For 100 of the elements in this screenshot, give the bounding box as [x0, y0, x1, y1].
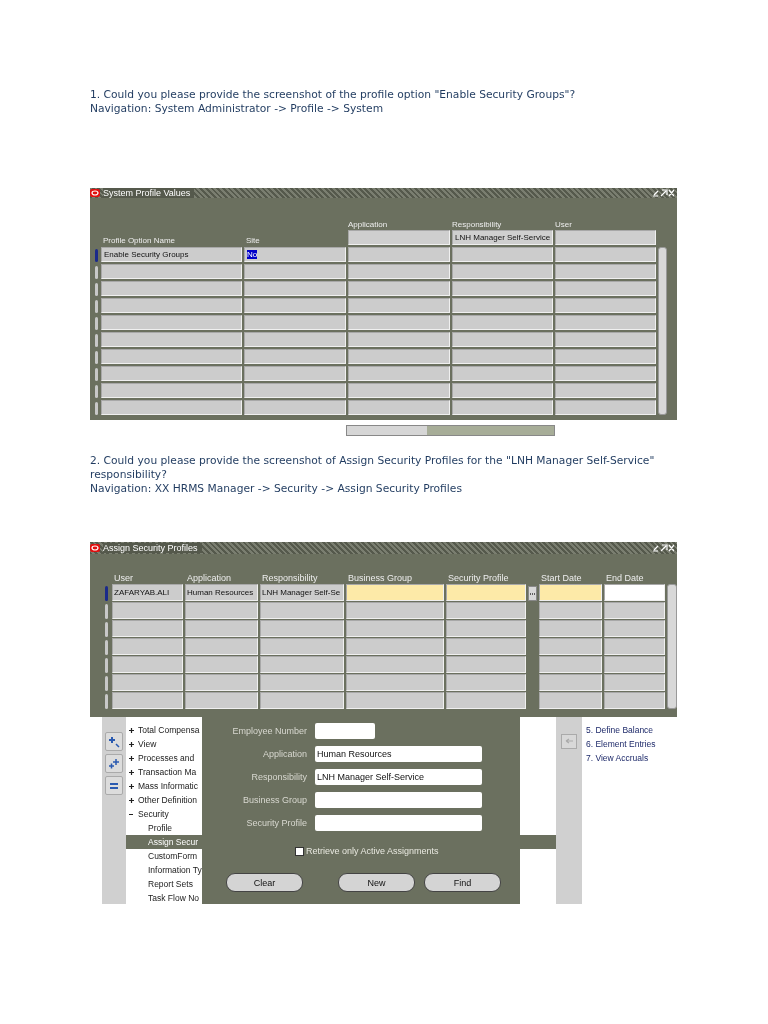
record-indicator[interactable]: [95, 385, 98, 398]
table-cell[interactable]: [101, 332, 242, 347]
table-cell[interactable]: [112, 602, 183, 619]
table-cell[interactable]: [452, 400, 553, 415]
table-cell[interactable]: ZAFARYAB.ALI: [112, 584, 183, 601]
table-cell[interactable]: [539, 692, 602, 709]
expand-icon[interactable]: [105, 732, 123, 751]
record-indicator[interactable]: [95, 402, 98, 415]
table-cell[interactable]: [346, 638, 444, 655]
table-cell[interactable]: [452, 247, 553, 262]
record-indicator[interactable]: [105, 676, 108, 691]
table-cell[interactable]: [452, 366, 553, 381]
record-indicator[interactable]: [105, 640, 108, 655]
table-cell[interactable]: [244, 298, 346, 313]
table-cell[interactable]: [112, 656, 183, 673]
tree-item[interactable]: Task Flow No: [126, 891, 202, 904]
record-indicator[interactable]: [95, 368, 98, 381]
list-item[interactable]: 6. Element Entries: [582, 737, 677, 751]
tree-item[interactable]: Security: [126, 807, 202, 821]
checkbox[interactable]: [295, 846, 304, 856]
table-cell[interactable]: [555, 281, 656, 296]
table-cell[interactable]: [112, 674, 183, 691]
table-cell[interactable]: [446, 692, 526, 709]
record-indicator[interactable]: [95, 266, 98, 279]
table-cell[interactable]: [539, 602, 602, 619]
table-cell[interactable]: [539, 674, 602, 691]
table-cell[interactable]: [555, 366, 656, 381]
input-field[interactable]: [315, 722, 375, 739]
table-cell[interactable]: [260, 656, 344, 673]
tree-item[interactable]: Other Definition: [126, 793, 202, 807]
record-indicator[interactable]: [95, 351, 98, 364]
table-cell[interactable]: [348, 400, 450, 415]
table-cell[interactable]: [539, 584, 602, 601]
list-item[interactable]: 7. View Accruals: [582, 751, 677, 765]
input-field[interactable]: [315, 814, 482, 831]
table-cell[interactable]: [604, 638, 665, 655]
record-indicator[interactable]: [95, 334, 98, 347]
table-cell[interactable]: [244, 264, 346, 279]
plus-icon[interactable]: [129, 727, 134, 733]
table-cell[interactable]: [452, 315, 553, 330]
table-cell[interactable]: [260, 602, 344, 619]
tree-item[interactable]: Mass Informatic: [126, 779, 202, 793]
table-cell[interactable]: [348, 383, 450, 398]
table-cell[interactable]: [348, 298, 450, 313]
record-indicator[interactable]: [105, 658, 108, 673]
table-cell[interactable]: [555, 349, 656, 364]
table-cell[interactable]: [555, 247, 656, 262]
table-cell[interactable]: [452, 281, 553, 296]
table-cell[interactable]: [348, 264, 450, 279]
table-cell[interactable]: [244, 400, 346, 415]
table-cell[interactable]: [260, 638, 344, 655]
table-cell[interactable]: [604, 692, 665, 709]
table-cell[interactable]: [604, 656, 665, 673]
table-cell[interactable]: [604, 620, 665, 637]
table-cell[interactable]: LNH Manager Self-Se: [260, 584, 344, 601]
table-cell[interactable]: [555, 264, 656, 279]
table-cell[interactable]: [539, 638, 602, 655]
table-cell[interactable]: [348, 247, 450, 262]
tree-item[interactable]: Total Compensa: [126, 723, 202, 737]
table-cell[interactable]: [185, 620, 258, 637]
table-cell[interactable]: [452, 264, 553, 279]
collapse-icon[interactable]: [105, 776, 123, 795]
table-cell[interactable]: [101, 264, 242, 279]
table-cell[interactable]: [604, 602, 665, 619]
plus-icon[interactable]: [129, 741, 134, 747]
record-indicator[interactable]: [95, 283, 98, 296]
table-cell[interactable]: [346, 584, 444, 601]
table-cell[interactable]: [346, 602, 444, 619]
table-cell[interactable]: [101, 298, 242, 313]
plus-icon[interactable]: [129, 783, 134, 789]
table-cell[interactable]: [112, 638, 183, 655]
table-cell[interactable]: [446, 674, 526, 691]
table-cell[interactable]: [446, 602, 526, 619]
table-cell[interactable]: [446, 638, 526, 655]
dialog-button[interactable]: Clear: [226, 873, 303, 892]
table-cell[interactable]: [452, 383, 553, 398]
table-cell[interactable]: [260, 692, 344, 709]
table-cell[interactable]: [539, 656, 602, 673]
record-indicator[interactable]: [95, 300, 98, 313]
table-cell[interactable]: [101, 400, 242, 415]
table-cell[interactable]: [555, 383, 656, 398]
vertical-scrollbar[interactable]: [658, 247, 667, 415]
table-cell[interactable]: [348, 366, 450, 381]
tree-item[interactable]: Information Ty: [126, 863, 202, 877]
table-cell[interactable]: [244, 315, 346, 330]
plus-icon[interactable]: [129, 769, 134, 775]
table-cell[interactable]: [348, 281, 450, 296]
table-cell[interactable]: [539, 620, 602, 637]
context-field[interactable]: LNH Manager Self-Service: [452, 230, 553, 245]
window-controls-icon[interactable]: [652, 189, 674, 197]
table-cell[interactable]: [555, 332, 656, 347]
table-cell[interactable]: [346, 692, 444, 709]
table-cell[interactable]: [346, 656, 444, 673]
tree-item[interactable]: Processes and: [126, 751, 202, 765]
tree-item[interactable]: CustomForm: [126, 849, 202, 863]
record-indicator[interactable]: [105, 694, 108, 709]
table-cell[interactable]: [604, 584, 665, 601]
plus-icon[interactable]: [129, 755, 134, 761]
table-cell[interactable]: [446, 584, 526, 601]
table-cell[interactable]: [260, 674, 344, 691]
